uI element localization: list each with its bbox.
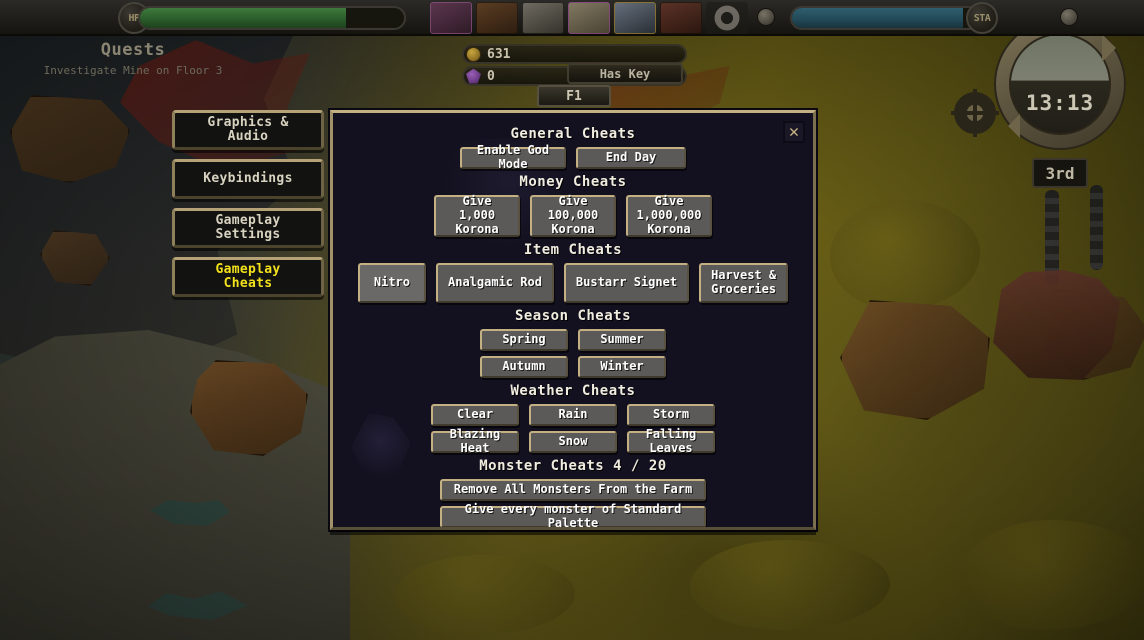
gem-value: 0 (487, 68, 495, 84)
cheat-button-snow[interactable]: Snow (529, 431, 617, 453)
sidebar-item-graphics-audio[interactable]: Graphics & Audio (172, 110, 324, 150)
hud-rivet (757, 8, 775, 26)
bush-3 (960, 520, 1144, 630)
bush-2 (690, 540, 890, 630)
button-row: Remove All Monsters From the Farm (333, 479, 813, 501)
dialog-content: General Cheats Enable God Mode End Day Mone… (333, 113, 813, 527)
clock-arrow-left-icon (996, 114, 1020, 138)
settings-sidebar: Graphics & Audio Keybindings Gameplay Sett… (172, 110, 324, 297)
bush (830, 200, 980, 310)
cheat-button-analgamic-rod[interactable]: Analgamic Rod (436, 263, 554, 303)
cheat-button-spring[interactable]: Spring (480, 329, 568, 351)
rock-cluster (840, 300, 990, 420)
hp-bar-fill (140, 8, 346, 28)
clock-face: 13:13 (1009, 33, 1111, 135)
cheat-button-clear[interactable]: Clear (431, 404, 519, 426)
korona-value: 631 (487, 46, 511, 62)
cheat-button-nitro[interactable]: Nitro (357, 263, 426, 303)
close-icon[interactable]: ✕ (783, 121, 805, 143)
stamina-bar (790, 6, 980, 30)
section-title: Item Cheats (523, 242, 623, 258)
bush-4 (395, 555, 575, 635)
quest-panel-title: Quests (100, 40, 166, 60)
cheat-button-end-day[interactable]: End Day (576, 147, 686, 169)
backpack-icon[interactable] (476, 2, 518, 34)
cheat-button-harvest-groceries[interactable]: Harvest & Groceries (699, 263, 789, 303)
cheat-button-winter[interactable]: Winter (578, 356, 666, 378)
button-row: Give every monster of Standard Palette (333, 502, 813, 527)
gear-icon[interactable] (706, 2, 748, 34)
button-row: Blazing Heat Snow Falling Leaves (333, 427, 813, 455)
calendar-icon[interactable] (522, 2, 564, 34)
cheat-button-give-100-000-korona[interactable]: Give 100,000 Korona (530, 194, 616, 237)
button-row: Clear Rain Storm (333, 404, 813, 426)
stamina-orb-icon: STA (966, 2, 998, 34)
button-row: Autumn Winter (333, 356, 813, 378)
cheat-button-falling-leaves[interactable]: Falling Leaves (627, 427, 715, 455)
sidebar-item-gameplay-cheats[interactable]: Gameplay Cheats (172, 257, 324, 297)
hud-toolbar[interactable] (430, 2, 748, 34)
cheat-button-give-1-000-000-korona[interactable]: Give 1,000,000 Korona (626, 194, 712, 237)
section-title: Monster Cheats 4 / 20 (479, 458, 667, 474)
clock-time: 13:13 (1025, 91, 1095, 115)
gameplay-cheats-dialog: ✕ General Cheats Enable God Mode End Day Mo… (330, 110, 816, 530)
korona-row: 631 (462, 44, 687, 64)
coin-icon (466, 46, 481, 62)
stamina-bar-fill (792, 8, 964, 28)
cheat-button-enable-god-mode[interactable]: Enable God Mode (460, 143, 566, 171)
cheat-button-autumn[interactable]: Autumn (480, 356, 568, 378)
cheat-button-blazing-heat[interactable]: Blazing Heat (431, 427, 519, 455)
f1-key-hint: F1 (537, 85, 611, 107)
day-indicator: 3rd (1032, 158, 1088, 188)
chain-decor-2 (1090, 185, 1103, 270)
blue-book-icon[interactable] (614, 2, 656, 34)
button-row: Spring Summer (333, 329, 813, 351)
hp-bar (138, 6, 406, 30)
cheat-button-summer[interactable]: Summer (578, 329, 666, 351)
section-title: General Cheats (510, 126, 636, 142)
section-title: Money Cheats (519, 174, 627, 190)
cheat-button-bustarr-signet[interactable]: Bustarr Signet (563, 263, 690, 303)
journal-icon[interactable] (568, 2, 610, 34)
red-book-icon[interactable] (660, 2, 702, 34)
clock-arrow-right-icon (1102, 34, 1130, 62)
party-cards-icon[interactable] (430, 2, 472, 34)
button-row: Nitro Analgamic Rod Bustarr Signet Harvest … (333, 263, 813, 303)
cheat-button-rain[interactable]: Rain (529, 404, 617, 426)
sidebar-item-gameplay-settings[interactable]: Gameplay Settings (172, 208, 324, 248)
ground-plain (0, 330, 350, 640)
cheat-button-storm[interactable]: Storm (627, 404, 715, 426)
cheat-button-remove-all-monsters-from-the-farm[interactable]: Remove All Monsters From the Farm (440, 479, 706, 501)
cheat-button-give-1-000-korona[interactable]: Give 1,000 Korona (434, 194, 520, 237)
sun-weather-icon (954, 89, 996, 137)
quest-entry: Investigate Mine on Floor 3 (43, 64, 223, 77)
game-screen: HP STA 631 0 Has Key F1 Quests Investiga… (0, 0, 1144, 640)
gem-icon (466, 68, 481, 84)
cheat-button-give-every-monster-of-standard-palette[interactable]: Give every monster of Standard Palette (440, 502, 706, 527)
hud-rivet-2 (1060, 8, 1078, 26)
section-title: Season Cheats (514, 308, 632, 324)
sidebar-item-keybindings[interactable]: Keybindings (172, 159, 324, 199)
has-key-badge: Has Key (567, 63, 683, 84)
button-row: Give 1,000 Korona Give 100,000 Korona Give… (333, 194, 813, 237)
quest-panel: Quests Investigate Mine on Floor 3 (18, 40, 248, 77)
section-title: Weather Cheats (510, 383, 636, 399)
button-row: Enable God Mode End Day (333, 143, 813, 171)
clock-widget: 13:13 3rd (954, 2, 1126, 188)
